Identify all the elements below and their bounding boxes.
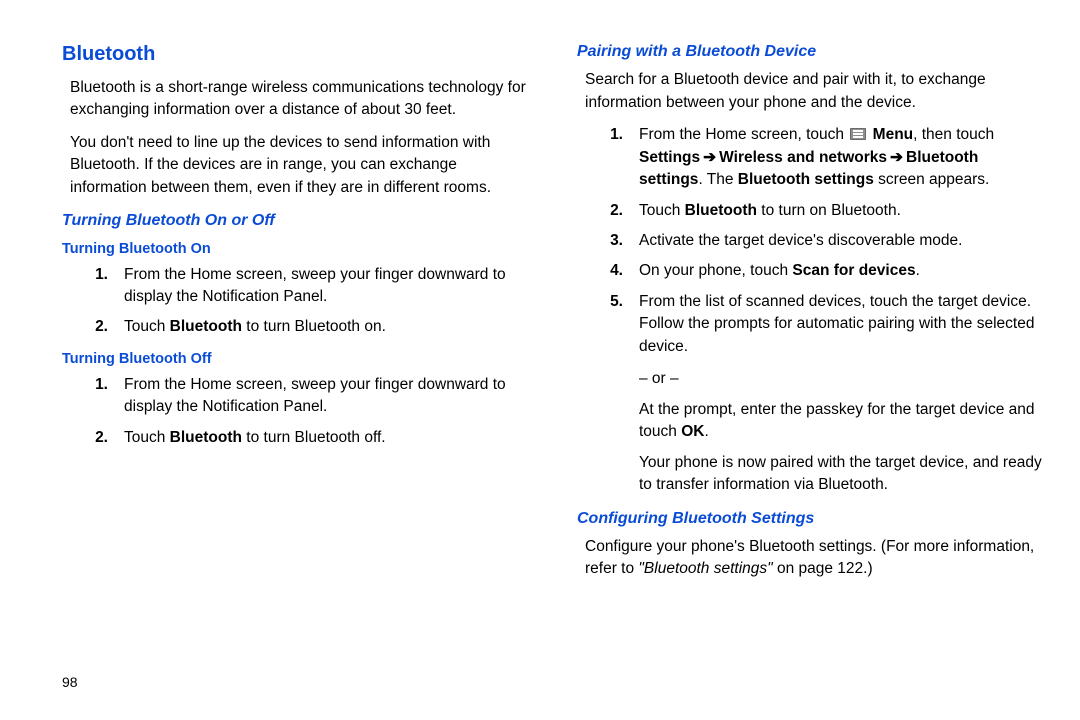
intro-paragraph-2: You don't need to line up the devices to… (70, 132, 529, 199)
subheading-turning-on-off: Turning Bluetooth On or Off (62, 209, 529, 232)
intro-paragraph-1: Bluetooth is a short-range wireless comm… (70, 77, 529, 122)
step-item: 2. Touch Bluetooth to turn on Bluetooth. (577, 200, 1044, 222)
step-item: 3. Activate the target device's discover… (577, 230, 1044, 252)
subheading-turning-off: Turning Bluetooth Off (62, 349, 529, 370)
steps-turning-on: 1. From the Home screen, sweep your fing… (62, 264, 529, 339)
step-number: 1. (597, 124, 623, 146)
subheading-turning-on: Turning Bluetooth On (62, 239, 529, 260)
passkey-prompt: At the prompt, enter the passkey for the… (639, 399, 1044, 444)
subheading-pairing: Pairing with a Bluetooth Device (577, 40, 1044, 63)
steps-pairing: 1. From the Home screen, touch Menu, the… (577, 124, 1044, 358)
step-text: From the list of scanned devices, touch … (639, 291, 1044, 358)
arrow-icon: ➔ (703, 147, 716, 169)
step-item: 1. From the Home screen, sweep your fing… (62, 264, 529, 309)
step-text: From the Home screen, sweep your finger … (124, 374, 529, 419)
step-text: From the Home screen, sweep your finger … (124, 264, 529, 309)
pairing-intro: Search for a Bluetooth device and pair w… (585, 69, 1044, 114)
menu-icon (850, 128, 866, 140)
page-number: 98 (62, 672, 78, 692)
step-item: 2. Touch Bluetooth to turn Bluetooth off… (62, 427, 529, 449)
step-text: On your phone, touch Scan for devices. (639, 260, 1044, 282)
steps-turning-off: 1. From the Home screen, sweep your fing… (62, 374, 529, 449)
arrow-icon: ➔ (890, 147, 903, 169)
step-number: 3. (597, 230, 623, 252)
step-item: 1. From the Home screen, sweep your fing… (62, 374, 529, 419)
config-paragraph: Configure your phone's Bluetooth setting… (585, 536, 1044, 581)
section-heading-bluetooth: Bluetooth (62, 40, 529, 69)
step-number: 5. (597, 291, 623, 313)
step-number: 2. (82, 427, 108, 449)
step-number: 2. (597, 200, 623, 222)
subheading-config: Configuring Bluetooth Settings (577, 507, 1044, 530)
step-item: 4. On your phone, touch Scan for devices… (577, 260, 1044, 282)
crossref-link: "Bluetooth settings" (638, 560, 772, 577)
step-text: Touch Bluetooth to turn on Bluetooth. (639, 200, 1044, 222)
step-item: 5. From the list of scanned devices, tou… (577, 291, 1044, 358)
or-divider: – or – (639, 368, 1044, 390)
step-text: Touch Bluetooth to turn Bluetooth off. (124, 427, 529, 449)
step-item: 1. From the Home screen, touch Menu, the… (577, 124, 1044, 191)
step-text: Touch Bluetooth to turn Bluetooth on. (124, 316, 529, 338)
manual-page: Bluetooth Bluetooth is a short-range wir… (0, 0, 1080, 720)
step-number: 1. (82, 264, 108, 286)
step-text: Activate the target device's discoverabl… (639, 230, 1044, 252)
step-text: From the Home screen, touch Menu, then t… (639, 124, 1044, 191)
paired-confirmation: Your phone is now paired with the target… (639, 452, 1044, 497)
step-number: 4. (597, 260, 623, 282)
step-item: 2. Touch Bluetooth to turn Bluetooth on. (62, 316, 529, 338)
left-column: Bluetooth Bluetooth is a short-range wir… (62, 40, 529, 720)
step-number: 2. (82, 316, 108, 338)
right-column: Pairing with a Bluetooth Device Search f… (577, 40, 1044, 720)
step-number: 1. (82, 374, 108, 396)
